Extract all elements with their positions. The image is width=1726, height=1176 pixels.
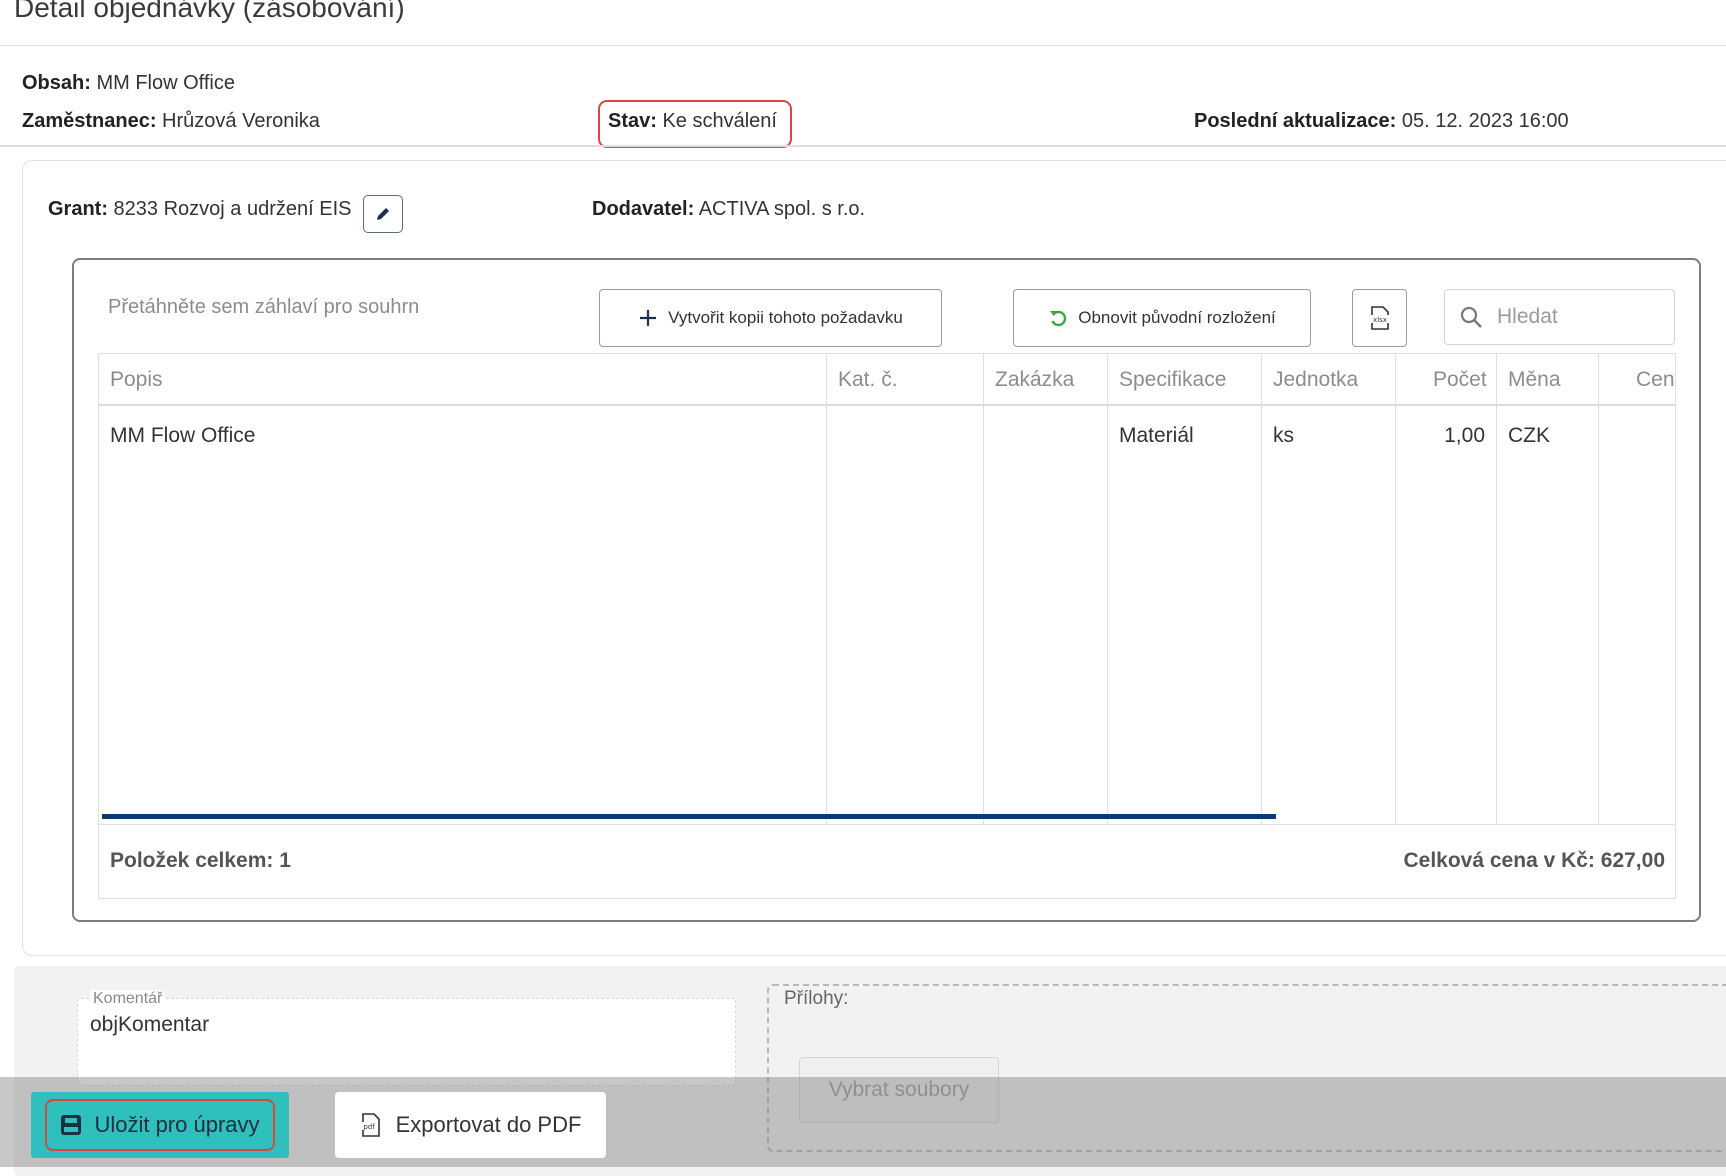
export-xlsx-button[interactable]: xlsx: [1352, 289, 1407, 347]
col-divider: [983, 354, 984, 824]
search-input[interactable]: [1495, 304, 1665, 330]
aktualizace-value: 05. 12. 2023 16:00: [1396, 110, 1569, 132]
col-header-pocet[interactable]: Počet: [1433, 368, 1487, 392]
export-pdf-button[interactable]: pdf Exportovat do PDF: [335, 1092, 606, 1158]
search-box[interactable]: [1444, 289, 1675, 345]
cell-pocet[interactable]: 1,00: [1433, 424, 1485, 448]
col-divider: [1598, 354, 1599, 824]
stav-highlight: [598, 100, 792, 148]
info-divider: [0, 145, 1726, 147]
export-pdf-label: Exportovat do PDF: [395, 1112, 582, 1137]
page-title: Detail objednávky (zásobování): [14, 0, 405, 23]
col-header-kat[interactable]: Kat. č.: [838, 368, 898, 392]
reset-layout-button[interactable]: Obnovit původní rozložení: [1013, 289, 1311, 347]
xlsx-export-icon: xlsx: [1369, 306, 1390, 330]
col-header-specifikace[interactable]: Specifikace: [1119, 368, 1226, 392]
col-header-cena[interactable]: Cen: [1636, 368, 1675, 392]
footer-divider: [99, 824, 1675, 825]
obsah-label: Obsah:: [22, 72, 91, 94]
pencil-icon: [377, 208, 389, 220]
comment-field[interactable]: [77, 998, 736, 1086]
obsah-info: Obsah: MM Flow Office: [22, 72, 235, 95]
group-panel[interactable]: Přetáhněte sem záhlaví pro souhrn: [108, 296, 419, 319]
dodavatel-info: Dodavatel: ACTIVA spol. s r.o.: [592, 198, 865, 221]
attachments-label: Přílohy:: [784, 988, 849, 1009]
reset-layout-label: Obnovit původní rozložení: [1078, 308, 1276, 327]
grant-info: Grant: 8233 Rozvoj a udržení EIS: [48, 198, 351, 221]
dodavatel-label: Dodavatel:: [592, 198, 695, 220]
plus-icon: [640, 310, 657, 326]
horizontal-scrollbar[interactable]: [102, 814, 1276, 819]
footer-total-price: Celková cena v Kč: 627,00: [1403, 849, 1666, 872]
save-for-edit-button[interactable]: Uložit pro úpravy: [31, 1092, 289, 1158]
edit-grant-button[interactable]: [363, 195, 403, 233]
col-header-mena[interactable]: Měna: [1508, 368, 1561, 392]
save-button-highlight: Uložit pro úpravy: [45, 1099, 275, 1151]
refresh-icon: [1050, 310, 1067, 327]
grant-value: 8233 Rozvoj a udržení EIS: [108, 198, 352, 220]
copy-request-button[interactable]: Vytvořit kopii tohoto požadavku: [599, 289, 942, 347]
aktualizace-info: Poslední aktualizace: 05. 12. 2023 16:00: [1194, 110, 1569, 133]
svg-text:pdf: pdf: [363, 1123, 375, 1131]
dodavatel-value: ACTIVA spol. s r.o.: [694, 198, 866, 220]
grant-label: Grant:: [48, 198, 108, 220]
col-divider: [1261, 354, 1262, 824]
col-header-zakazka[interactable]: Zakázka: [995, 368, 1074, 392]
zamestnanec-info: Zaměstnanec: Hrůzová Veronika: [22, 110, 320, 133]
title-divider: [0, 45, 1726, 46]
data-grid: Popis Kat. č. Zakázka Specifikace Jednot…: [98, 353, 1676, 899]
cell-jednotka[interactable]: ks: [1273, 424, 1294, 448]
search-icon: [1460, 306, 1482, 328]
col-divider: [826, 354, 827, 824]
footer-item-count: Položek celkem: 1: [110, 849, 291, 872]
cell-popis[interactable]: MM Flow Office: [110, 424, 255, 448]
col-divider: [1496, 354, 1497, 824]
zamestnanec-label: Zaměstnanec:: [22, 110, 157, 132]
copy-request-label: Vytvořit kopii tohoto požadavku: [668, 308, 903, 327]
col-divider: [1107, 354, 1108, 824]
col-header-jednotka[interactable]: Jednotka: [1273, 368, 1358, 392]
col-header-popis[interactable]: Popis: [110, 368, 163, 392]
pdf-icon: pdf: [360, 1113, 380, 1137]
save-disk-icon: [61, 1115, 82, 1135]
cell-mena[interactable]: CZK: [1508, 424, 1550, 448]
col-divider: [1395, 354, 1396, 824]
grid-header: Popis Kat. č. Zakázka Specifikace Jednot…: [99, 354, 1675, 406]
save-for-edit-label: Uložit pro úpravy: [94, 1112, 260, 1137]
svg-text:xlsx: xlsx: [1373, 316, 1387, 324]
zamestnanec-value: Hrůzová Veronika: [156, 110, 320, 132]
aktualizace-label: Poslední aktualizace:: [1194, 110, 1397, 132]
cell-specifikace[interactable]: Materiál: [1119, 424, 1194, 448]
obsah-value: MM Flow Office: [90, 72, 235, 94]
comment-label: Komentář: [90, 990, 166, 1008]
comment-value[interactable]: objKomentar: [90, 1013, 209, 1037]
